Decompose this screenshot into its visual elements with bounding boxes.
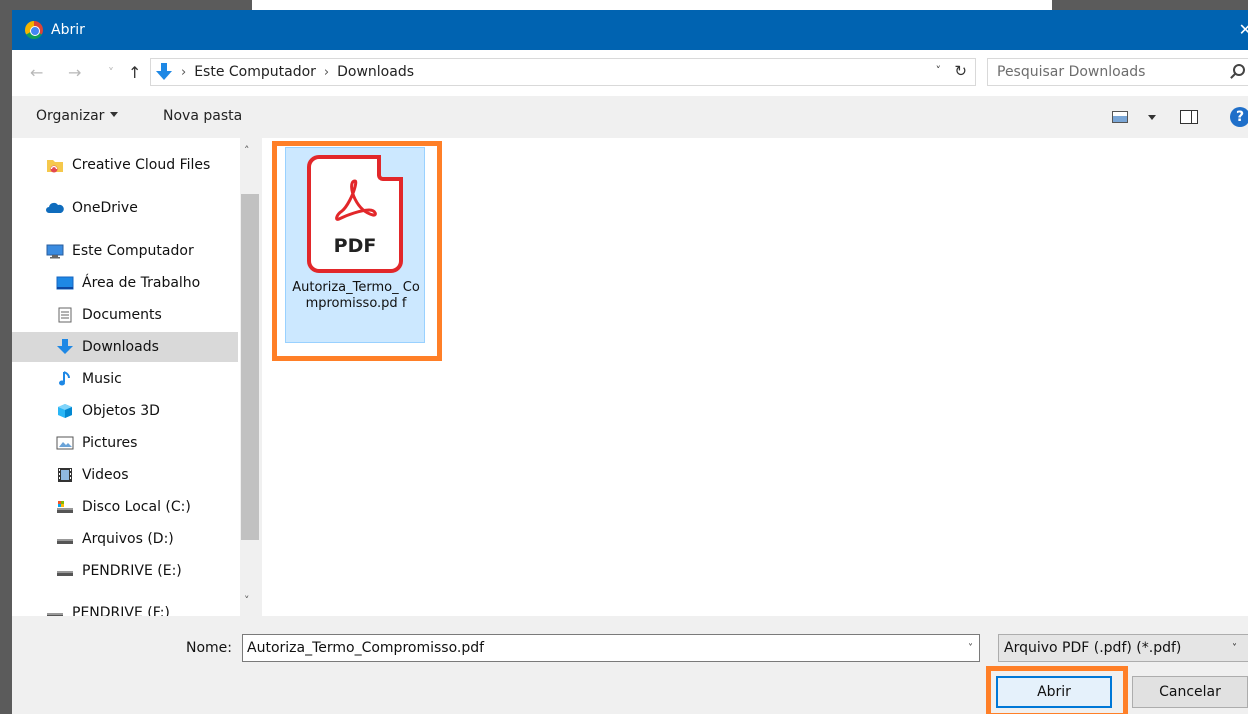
breadcrumb-separator-icon: › (323, 64, 330, 80)
search-box (987, 58, 1248, 86)
window-title: Abrir (51, 22, 85, 38)
sidebar-item-pendrive-f[interactable]: PENDRIVE (F:) (12, 598, 238, 616)
close-icon[interactable]: ✕ (1239, 20, 1248, 39)
command-toolbar: Organizar Nova pasta ? (12, 96, 1248, 138)
desktop-icon (56, 275, 74, 291)
sidebar-item-label: OneDrive (72, 200, 138, 216)
new-folder-button[interactable]: Nova pasta (163, 108, 242, 124)
back-arrow-icon[interactable]: ← (30, 63, 43, 82)
sidebar-item-arquivos-d[interactable]: Arquivos (D:) (12, 524, 238, 554)
sidebar-item-pictures[interactable]: Pictures (12, 428, 238, 458)
sidebar-item-disco-local-c[interactable]: Disco Local (C:) (12, 492, 238, 522)
breadcrumb-downloads[interactable]: Downloads (337, 64, 414, 80)
change-view-icon[interactable] (1112, 111, 1128, 123)
address-dropdown-icon[interactable]: ˅ (936, 64, 942, 77)
sidebar-item-label: Disco Local (C:) (82, 499, 191, 515)
refresh-icon[interactable]: ↻ (954, 62, 967, 80)
view-options-chevron-icon[interactable] (1148, 115, 1156, 120)
chevron-down-icon: ˅ (1232, 643, 1237, 654)
music-icon (56, 371, 74, 387)
videos-icon (56, 467, 74, 483)
sidebar-item-label: Área de Trabalho (82, 275, 201, 291)
computer-icon (46, 243, 64, 259)
search-input[interactable] (988, 64, 1208, 80)
acrobat-logo-icon (335, 179, 377, 221)
organize-label: Organizar (36, 108, 105, 124)
scroll-up-icon[interactable]: ˄ (244, 144, 250, 157)
title-bar: Abrir ✕ (12, 10, 1248, 50)
chevron-down-icon (110, 112, 119, 117)
sidebar-item-pendrive-e[interactable]: PENDRIVE (E:) (12, 556, 238, 586)
open-button[interactable]: Abrir (996, 676, 1112, 708)
file-name-input[interactable] (243, 635, 943, 661)
breadcrumb-separator-icon: › (181, 64, 187, 80)
sidebar-item-downloads[interactable]: Downloads (12, 332, 238, 362)
file-name-dropdown-icon[interactable]: ˅ (968, 643, 973, 654)
sidebar-item-label: Downloads (82, 339, 159, 355)
recent-locations-icon[interactable]: ˅ (108, 66, 114, 80)
sidebar-item-music[interactable]: Music (12, 364, 238, 394)
address-row: ← → ˅ ↑ › Este Computador › Downloads ˅ … (12, 50, 1248, 96)
sidebar-item-label: Creative Cloud Files (72, 157, 211, 173)
sidebar-item-label: Pictures (82, 435, 138, 451)
sidebar-item-area-de-trabalho[interactable]: Área de Trabalho (12, 268, 238, 298)
file-name-combobox: ˅ (242, 634, 980, 662)
sidebar-item-objetos-3d[interactable]: Objetos 3D (12, 396, 238, 426)
objects-3d-icon (56, 403, 74, 419)
onedrive-icon (46, 200, 64, 216)
pdf-icon-label: PDF (333, 235, 377, 257)
sidebar-item-videos[interactable]: Videos (12, 460, 238, 490)
creative-cloud-folder-icon (46, 157, 64, 173)
sidebar-item-label: Objetos 3D (82, 403, 160, 419)
sidebar-item-onedrive[interactable]: OneDrive (12, 193, 238, 223)
file-name-field-label: Nome: (186, 640, 233, 656)
scroll-down-icon[interactable]: ˅ (244, 594, 250, 607)
chrome-icon (25, 21, 43, 39)
downloads-icon (56, 339, 74, 355)
organize-button[interactable]: Organizar (36, 108, 119, 124)
scrollbar-thumb[interactable] (241, 194, 259, 540)
address-bar[interactable]: › Este Computador › Downloads ˅ ↻ (150, 58, 976, 86)
search-icon[interactable] (1233, 64, 1245, 76)
file-item-pdf[interactable]: PDF Autoriza_Termo_ Compromisso.pd f (285, 147, 425, 343)
documents-icon (56, 307, 74, 323)
up-arrow-icon[interactable]: ↑ (128, 63, 141, 82)
breadcrumb-este-computador[interactable]: Este Computador (194, 64, 316, 80)
file-list-pane: PDF Autoriza_Termo_ Compromisso.pd f (262, 138, 1248, 616)
usb-drive-icon (56, 563, 74, 579)
sidebar-item-documents[interactable]: Documents (12, 300, 238, 330)
sidebar-item-creative-cloud-files[interactable]: Creative Cloud Files (12, 150, 238, 180)
help-icon[interactable]: ? (1230, 107, 1248, 127)
local-disk-icon (56, 499, 74, 515)
sidebar-item-label: Arquivos (D:) (82, 531, 174, 547)
navigation-pane: Creative Cloud Files OneDrive Este Compu… (12, 138, 260, 616)
preview-pane-icon[interactable] (1180, 110, 1198, 124)
sidebar-item-este-computador[interactable]: Este Computador (12, 236, 238, 266)
pdf-file-icon: PDF (307, 155, 403, 273)
sidebar-item-label: Este Computador (72, 243, 194, 259)
file-type-select[interactable]: Arquivo PDF (.pdf) (*.pdf) ˅ (998, 634, 1248, 662)
drive-icon (56, 531, 74, 547)
sidebar-item-label: PENDRIVE (E:) (82, 563, 182, 579)
sidebar-item-label: PENDRIVE (F:) (72, 605, 170, 616)
forward-arrow-icon[interactable]: → (68, 63, 81, 82)
file-type-value: Arquivo PDF (.pdf) (*.pdf) (1004, 640, 1182, 656)
navigation-scrollbar[interactable]: ˄ ˅ (240, 138, 260, 616)
cancel-button[interactable]: Cancelar (1132, 676, 1248, 708)
pictures-icon (56, 435, 74, 451)
open-file-dialog: Abrir ✕ ← → ˅ ↑ › Este Computador › Down… (12, 10, 1248, 714)
usb-drive-icon (46, 605, 64, 616)
downloads-icon (155, 63, 173, 81)
sidebar-item-label: Documents (82, 307, 162, 323)
sidebar-item-label: Music (82, 371, 122, 387)
dialog-footer: Nome: ˅ Arquivo PDF (.pdf) (*.pdf) ˅ Abr… (12, 616, 1248, 714)
file-name-label: Autoriza_Termo_ Compromisso.pd f (292, 280, 420, 311)
sidebar-item-label: Videos (82, 467, 129, 483)
